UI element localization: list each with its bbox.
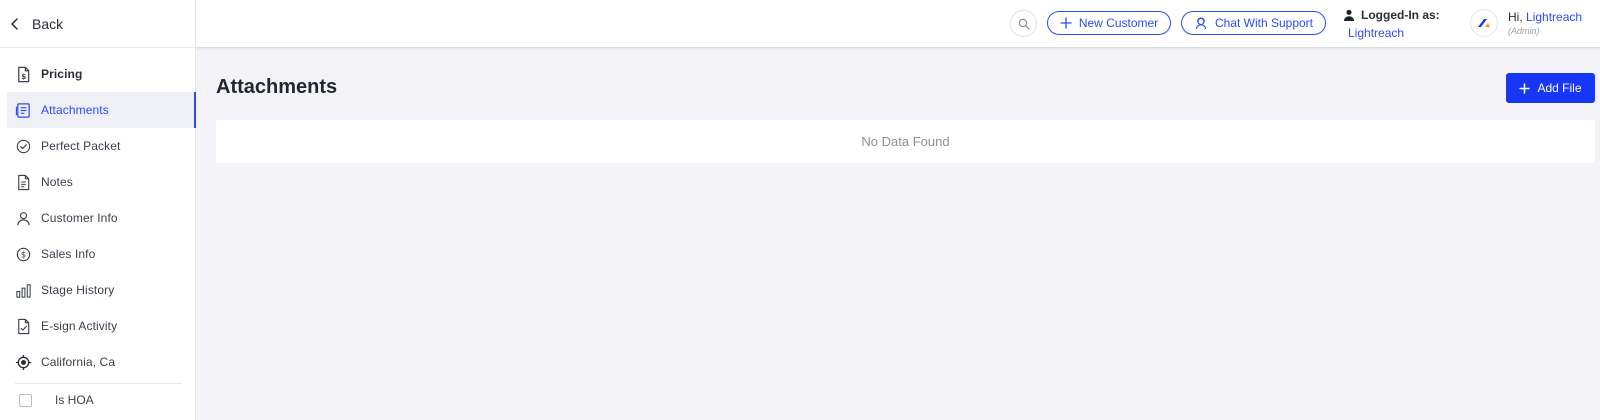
- top-header: New Customer Chat With Support Logged-In…: [196, 0, 1600, 48]
- empty-message: No Data Found: [861, 134, 950, 149]
- chat-support-label: Chat With Support: [1214, 16, 1314, 30]
- back-label: Back: [32, 15, 64, 32]
- sidebar-divider: [15, 383, 182, 384]
- sidebar-item-label: Stage History: [41, 283, 115, 297]
- sidebar-item-stage-history[interactable]: Stage History: [0, 272, 196, 308]
- user-menu[interactable]: Hi, Lightreach (Admin): [1470, 9, 1582, 37]
- sidebar-item-location[interactable]: California, Ca: [0, 344, 196, 380]
- sidebar-item-esign-activity[interactable]: E-sign Activity: [0, 308, 196, 344]
- svg-text:$: $: [21, 71, 26, 80]
- chevron-left-icon: [11, 17, 18, 30]
- location-target-icon: [14, 353, 32, 371]
- esign-doc-icon: [14, 317, 32, 335]
- user-icon: [14, 209, 32, 227]
- logged-in-name: Lightreach: [1348, 26, 1405, 40]
- pricing-doc-icon: $: [14, 65, 32, 83]
- sidebar-item-label: California, Ca: [41, 355, 116, 369]
- support-agent-icon: [1195, 17, 1207, 30]
- svg-text:$: $: [20, 250, 25, 260]
- notes-doc-icon: [14, 173, 32, 191]
- sidebar-item-sales-info[interactable]: $ Sales Info: [0, 236, 196, 272]
- add-file-label: Add File: [1537, 81, 1582, 95]
- sidebar-item-label: Pricing: [41, 67, 83, 81]
- search-button[interactable]: [1010, 10, 1037, 37]
- plus-icon: [1519, 82, 1531, 94]
- sidebar-item-label: Attachments: [41, 103, 109, 117]
- attachments-panel: No Data Found: [216, 120, 1595, 163]
- sidebar-item-customer-info[interactable]: Customer Info: [0, 200, 196, 236]
- sidebar-item-label: Perfect Packet: [41, 139, 121, 153]
- hoa-label: Is HOA: [55, 393, 94, 407]
- sidebar-item-label: E-sign Activity: [41, 319, 118, 333]
- logged-in-label: Logged-In as:: [1361, 8, 1440, 22]
- sidebar: Back $ Pricing Attachments Perfect Packe…: [0, 0, 196, 420]
- avatar[interactable]: [1470, 9, 1498, 37]
- hoa-checkbox-row[interactable]: Is HOA: [19, 393, 94, 407]
- new-customer-button[interactable]: New Customer: [1047, 11, 1171, 35]
- sidebar-item-attachments[interactable]: Attachments: [7, 92, 196, 128]
- greeting-text: Hi,: [1508, 10, 1523, 24]
- chat-support-button[interactable]: Chat With Support: [1181, 11, 1326, 35]
- plus-icon: [1060, 17, 1072, 29]
- user-role: (Admin): [1508, 26, 1540, 36]
- attachment-doc-icon: [14, 101, 32, 119]
- sidebar-item-label: Notes: [41, 175, 73, 189]
- sidebar-item-perfect-packet[interactable]: Perfect Packet: [0, 128, 196, 164]
- user-greeting: Hi, Lightreach: [1508, 10, 1582, 24]
- add-file-button[interactable]: Add File: [1506, 73, 1595, 103]
- check-circle-icon: [14, 137, 32, 155]
- sidebar-item-notes[interactable]: Notes: [0, 164, 196, 200]
- sidebar-item-pricing[interactable]: $ Pricing: [0, 56, 196, 92]
- search-icon: [1018, 18, 1030, 30]
- new-customer-label: New Customer: [1078, 16, 1159, 30]
- dollar-circle-icon: $: [14, 245, 32, 263]
- person-icon: [1344, 9, 1354, 21]
- back-button[interactable]: Back: [0, 0, 195, 48]
- sidebar-nav: $ Pricing Attachments Perfect Packet Not…: [0, 56, 196, 380]
- sidebar-item-label: Customer Info: [41, 211, 118, 225]
- hoa-checkbox[interactable]: [19, 393, 32, 407]
- lightreach-logo-icon: [1478, 19, 1490, 27]
- sidebar-item-label: Sales Info: [41, 247, 96, 261]
- logged-in-info: Logged-In as: Lightreach: [1343, 8, 1440, 40]
- page-title: Attachments: [216, 76, 338, 98]
- user-name: Lightreach: [1526, 10, 1583, 24]
- bar-chart-icon: [14, 281, 32, 299]
